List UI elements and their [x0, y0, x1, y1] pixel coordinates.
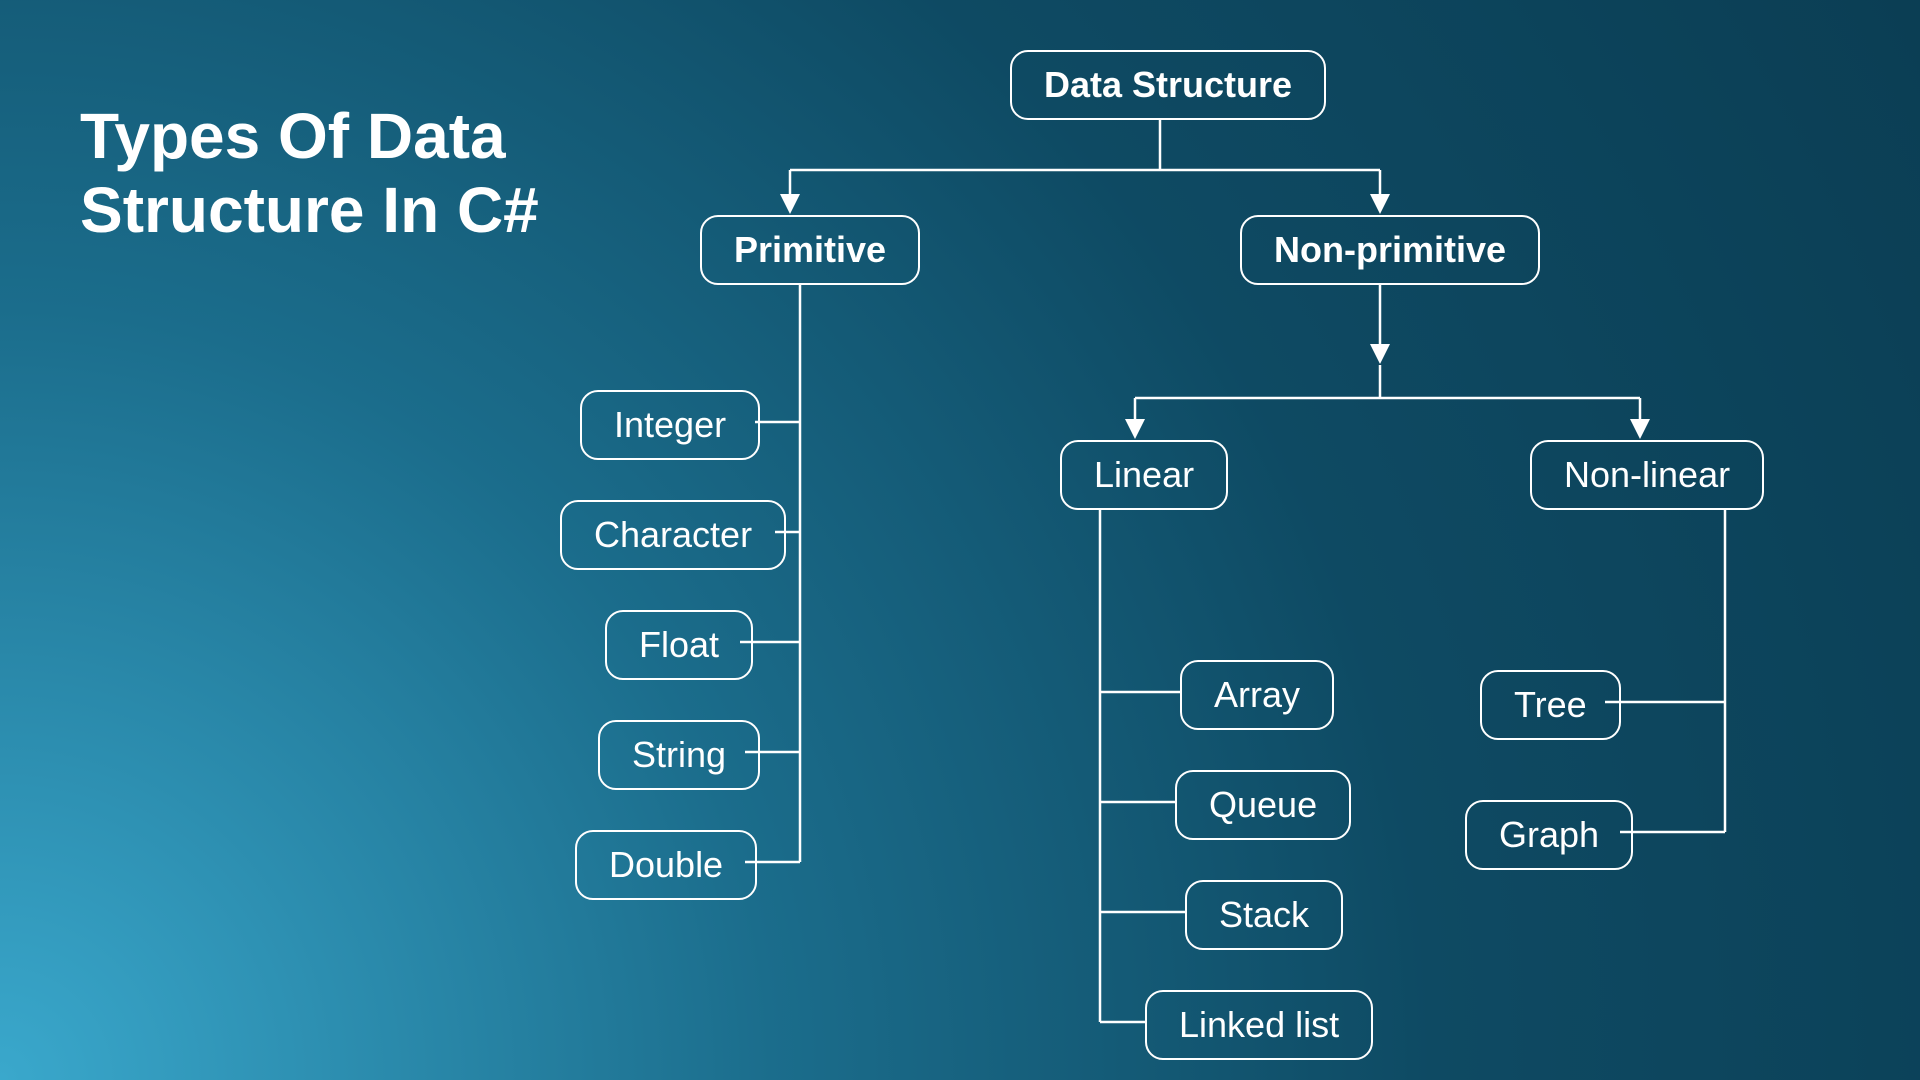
- node-data-structure: Data Structure: [1010, 50, 1326, 120]
- node-linear: Linear: [1060, 440, 1228, 510]
- node-array: Array: [1180, 660, 1334, 730]
- node-tree: Tree: [1480, 670, 1621, 740]
- node-queue: Queue: [1175, 770, 1351, 840]
- node-float: Float: [605, 610, 753, 680]
- node-stack: Stack: [1185, 880, 1343, 950]
- node-string: String: [598, 720, 760, 790]
- diagram-title: Types Of Data Structure In C#: [80, 100, 539, 247]
- node-linkedlist: Linked list: [1145, 990, 1373, 1060]
- node-primitive: Primitive: [700, 215, 920, 285]
- node-graph: Graph: [1465, 800, 1633, 870]
- node-integer: Integer: [580, 390, 760, 460]
- node-nonprimitive: Non-primitive: [1240, 215, 1540, 285]
- node-double: Double: [575, 830, 757, 900]
- title-line-2: Structure In C#: [80, 174, 539, 246]
- node-nonlinear: Non-linear: [1530, 440, 1764, 510]
- title-line-1: Types Of Data: [80, 100, 506, 172]
- node-character: Character: [560, 500, 786, 570]
